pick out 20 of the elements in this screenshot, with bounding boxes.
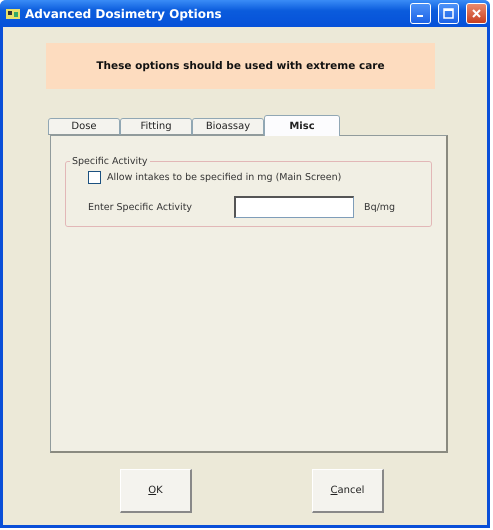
tab[interactable]: Fitting [120,118,192,135]
close-button[interactable] [466,3,487,24]
window-title: Advanced Dosimetry Options [25,6,223,20]
cancel-button[interactable]: Cancel [312,469,384,513]
tab[interactable]: Misc [264,115,340,136]
minimize-button[interactable] [410,3,431,24]
unit-label: Bq/mg [364,202,396,212]
field-label: Enter Specific Activity [88,202,192,212]
app-icon [6,8,20,20]
maximize-button[interactable] [438,3,459,24]
input-field[interactable] [234,196,354,218]
checkbox-label: Allow intakes to be specified in mg (Main Screen) [107,172,342,183]
group-title: Specific Activity [71,156,149,167]
close-icon [471,8,482,19]
warning-banner: These options should be used with extreme care [46,43,435,89]
tab[interactable]: Bioassay [192,118,264,135]
tab[interactable]: Dose [48,118,120,135]
checkbox[interactable] [88,171,101,184]
ok-button[interactable]: OK [120,469,192,513]
maximize-icon [443,8,454,19]
